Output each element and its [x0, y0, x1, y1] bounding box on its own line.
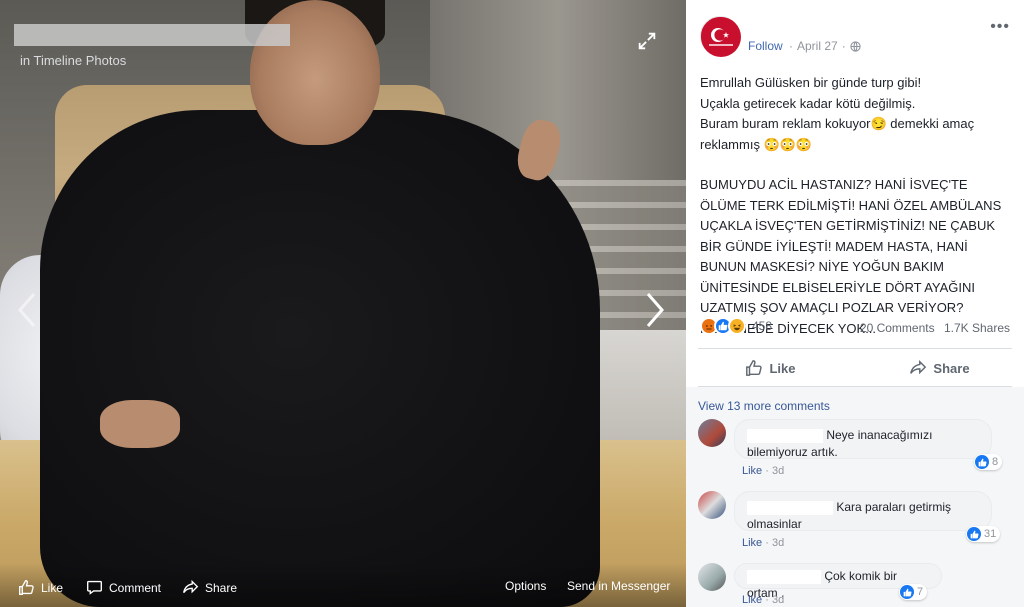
- viewer-comment-button[interactable]: Comment: [86, 579, 161, 596]
- post-date[interactable]: April 27: [797, 39, 838, 53]
- post-text: Emrullah Gülüsken bir günde turp gibi! U…: [700, 73, 1014, 339]
- comment-icon: [87, 580, 102, 595]
- viewer-bottom-bar: Like Comment Share Options Send in Messe…: [0, 563, 686, 607]
- page-avatar[interactable]: [700, 16, 741, 57]
- expand-icon[interactable]: [636, 30, 658, 52]
- comment-meta: Like · 3d: [742, 594, 785, 606]
- comment-like-link[interactable]: Like: [742, 594, 762, 606]
- thumbs-up-icon: [19, 580, 34, 595]
- viewer-like-button[interactable]: Like: [18, 579, 63, 596]
- comments-section: View 13 more comments Neye inanacağımızı…: [686, 387, 1024, 607]
- next-photo-button[interactable]: [640, 290, 668, 330]
- commenter-avatar[interactable]: [698, 419, 726, 447]
- view-more-comments-link[interactable]: View 13 more comments: [698, 399, 830, 413]
- divider: [698, 348, 1012, 349]
- post-paragraph: BUMUYDU ACİL HASTANIZ? HANİ İSVEÇ'TE ÖLÜ…: [700, 177, 1002, 336]
- post-actions: Like Share: [686, 350, 1024, 386]
- viewer-share-button[interactable]: Share: [182, 579, 237, 596]
- haha-reaction-icon: [728, 317, 746, 335]
- photo: [0, 0, 686, 607]
- comment-bubble: Neye inanacağımızı bilemiyoruz artık.: [734, 419, 992, 459]
- comment-reaction-badge[interactable]: 31: [966, 526, 1001, 542]
- post-like-button[interactable]: Like: [686, 350, 855, 386]
- like-reaction-icon: [975, 455, 989, 469]
- more-options-icon[interactable]: •••: [990, 18, 1010, 36]
- commenter-avatar[interactable]: [698, 491, 726, 519]
- redacted-commenter-name: [747, 500, 833, 515]
- thumbs-up-icon: [746, 360, 763, 376]
- shares-count-link[interactable]: 1.7K Shares: [944, 321, 1010, 335]
- photo-viewer[interactable]: in Timeline Photos Like Comment Share Op…: [0, 0, 686, 607]
- redacted-commenter-name: [747, 428, 823, 443]
- comment-like-link[interactable]: Like: [742, 537, 762, 549]
- redacted-commenter-name: [747, 569, 821, 584]
- comment-reaction-badge[interactable]: 7: [899, 584, 928, 600]
- post-share-button[interactable]: Share: [855, 350, 1024, 386]
- commenter-avatar[interactable]: [698, 563, 726, 591]
- album-label[interactable]: in Timeline Photos: [20, 53, 126, 68]
- post-stats: 20 Comments 1.7K Shares: [860, 321, 1010, 335]
- comment-meta: Like · 3d: [742, 537, 785, 549]
- reactions-summary[interactable]: 458: [700, 317, 772, 335]
- comment-meta: Like · 3d: [742, 465, 785, 477]
- comments-count-link[interactable]: 20 Comments: [860, 321, 935, 335]
- comment-like-link[interactable]: Like: [742, 465, 762, 477]
- crescent-star-icon: [701, 17, 741, 57]
- send-in-messenger-button[interactable]: Send in Messenger: [567, 579, 670, 593]
- share-icon: [183, 579, 199, 594]
- options-button[interactable]: Options: [505, 579, 546, 593]
- follow-link[interactable]: Follow: [748, 39, 783, 53]
- redacted-poster-name: [14, 24, 290, 46]
- previous-photo-button[interactable]: [14, 290, 42, 330]
- comment-bubble: Kara paraları getirmiş olmasinlar: [734, 491, 992, 531]
- like-reaction-icon: [967, 527, 981, 541]
- like-reaction-icon: [900, 585, 914, 599]
- reaction-count: 458: [752, 319, 773, 333]
- globe-icon: [850, 40, 861, 52]
- post-paragraph: Emrullah Gülüsken bir günde turp gibi! U…: [700, 75, 975, 152]
- post-meta: · April 27 ·: [789, 39, 861, 53]
- share-icon: [910, 359, 927, 375]
- comment-reaction-badge[interactable]: 8: [974, 454, 1003, 470]
- post-panel: Follow · April 27 · ••• Emrullah Gülüske…: [686, 0, 1024, 607]
